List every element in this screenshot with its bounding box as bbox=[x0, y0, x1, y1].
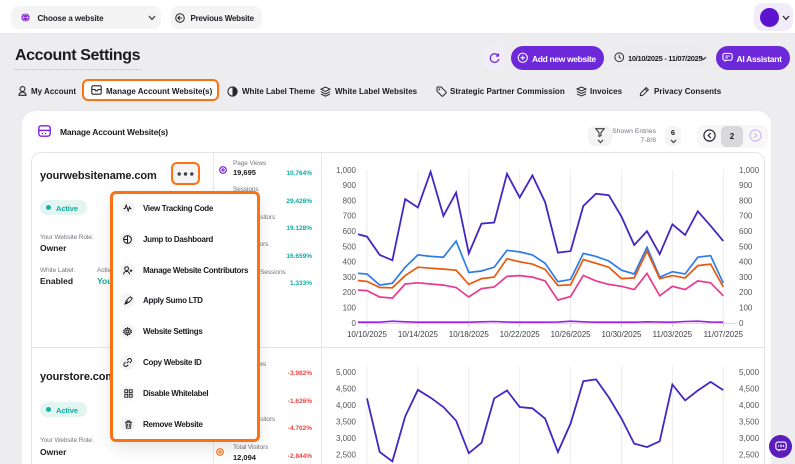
svg-text:900: 900 bbox=[739, 181, 753, 190]
svg-text:400: 400 bbox=[739, 258, 753, 267]
svg-text:1,000: 1,000 bbox=[336, 166, 357, 175]
svg-text:900: 900 bbox=[343, 181, 357, 190]
svg-text:4,000: 4,000 bbox=[739, 401, 760, 410]
svg-text:500: 500 bbox=[739, 242, 753, 251]
svg-text:100: 100 bbox=[739, 304, 753, 313]
svg-text:800: 800 bbox=[343, 196, 357, 205]
svg-text:700: 700 bbox=[343, 212, 357, 221]
svg-text:11/03/2025: 11/03/2025 bbox=[653, 330, 693, 339]
svg-text:5,000: 5,000 bbox=[336, 368, 357, 377]
svg-text:600: 600 bbox=[739, 227, 753, 236]
svg-text:10/30/2025: 10/30/2025 bbox=[601, 330, 642, 339]
svg-text:10/22/2025: 10/22/2025 bbox=[500, 330, 541, 339]
svg-text:0: 0 bbox=[739, 319, 744, 328]
svg-text:2,500: 2,500 bbox=[336, 450, 357, 459]
svg-text:200: 200 bbox=[739, 288, 753, 297]
svg-text:11/07/2025: 11/07/2025 bbox=[704, 330, 744, 339]
svg-text:10/26/2025: 10/26/2025 bbox=[551, 330, 592, 339]
svg-text:0: 0 bbox=[352, 319, 357, 328]
svg-text:400: 400 bbox=[343, 258, 357, 267]
svg-text:500: 500 bbox=[343, 242, 357, 251]
svg-text:700: 700 bbox=[739, 212, 753, 221]
svg-text:4,500: 4,500 bbox=[739, 384, 760, 393]
svg-text:800: 800 bbox=[739, 196, 753, 205]
svg-text:3,500: 3,500 bbox=[739, 417, 760, 426]
svg-text:300: 300 bbox=[739, 273, 753, 282]
svg-text:5,000: 5,000 bbox=[739, 368, 760, 377]
svg-text:600: 600 bbox=[343, 227, 357, 236]
svg-text:10/14/2025: 10/14/2025 bbox=[398, 330, 439, 339]
svg-text:3,000: 3,000 bbox=[739, 434, 760, 443]
svg-text:10/18/2025: 10/18/2025 bbox=[449, 330, 490, 339]
svg-text:4,500: 4,500 bbox=[336, 384, 357, 393]
svg-text:3,000: 3,000 bbox=[336, 434, 357, 443]
svg-text:3,500: 3,500 bbox=[336, 417, 357, 426]
svg-text:200: 200 bbox=[343, 288, 357, 297]
svg-text:1,000: 1,000 bbox=[739, 166, 760, 175]
svg-text:10/10/2025: 10/10/2025 bbox=[347, 330, 388, 339]
svg-text:2,500: 2,500 bbox=[739, 450, 760, 459]
svg-text:100: 100 bbox=[343, 304, 357, 313]
svg-text:300: 300 bbox=[343, 273, 357, 282]
svg-text:4,000: 4,000 bbox=[336, 401, 357, 410]
